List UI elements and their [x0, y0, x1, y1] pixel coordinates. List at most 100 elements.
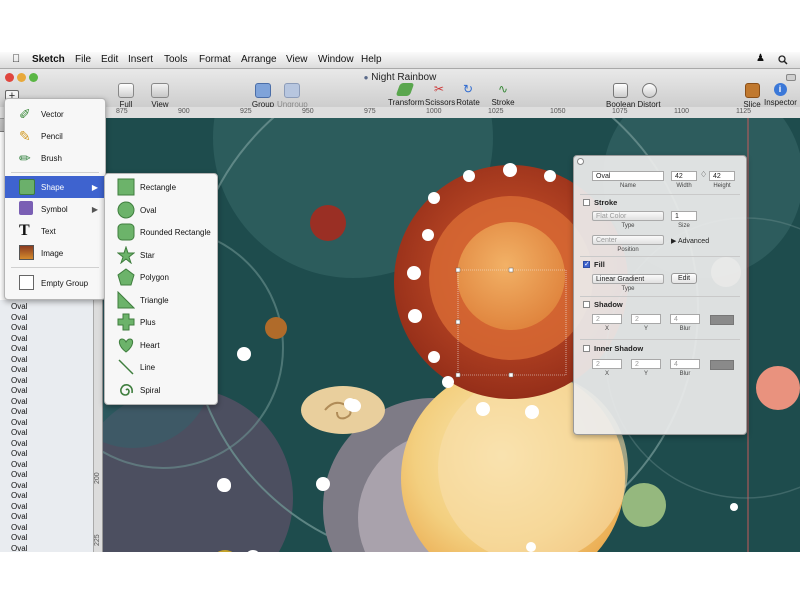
layer-row[interactable]: Oval [11, 302, 27, 311]
name-field[interactable]: Oval [592, 171, 664, 181]
shadow-blur-field[interactable]: 4 [670, 314, 700, 324]
menu-item-vector[interactable]: ✐ Vector [5, 103, 105, 125]
layer-row[interactable]: Oval [11, 407, 27, 416]
menu-tools[interactable]: Tools [164, 54, 187, 65]
edit-fill-button[interactable]: Edit [671, 273, 697, 284]
menu-insert[interactable]: Insert [128, 54, 153, 65]
menu-app[interactable]: Sketch [32, 54, 65, 65]
menu-item-image[interactable]: Image [5, 242, 105, 264]
menu-item-shape[interactable]: Shape ▶ [5, 176, 105, 198]
window-title: ● Night Rainbow [0, 72, 800, 83]
layer-row[interactable]: Oval [11, 470, 27, 479]
layer-row[interactable]: Oval [11, 365, 27, 374]
layer-row[interactable]: Oval [11, 344, 27, 353]
layer-row[interactable]: Oval [11, 449, 27, 458]
shape-item-plus[interactable]: Plus [105, 311, 217, 333]
fill-type-select[interactable]: Linear Gradient [592, 274, 664, 284]
layer-row[interactable]: Oval [11, 491, 27, 500]
layer-row[interactable]: Oval [11, 334, 27, 343]
shape-item-star[interactable]: Star [105, 244, 217, 266]
shape-item-oval[interactable]: Oval [105, 199, 217, 221]
shape-item-line[interactable]: Line [105, 356, 217, 378]
menu-item-symbol[interactable]: Symbol ▶ [5, 198, 105, 220]
user-icon[interactable]: ♟ [756, 53, 765, 64]
apple-icon[interactable]:  [12, 53, 20, 65]
layer-row[interactable]: Oval [11, 460, 27, 469]
layer-row[interactable]: Oval [11, 386, 27, 395]
inspector-close-icon[interactable] [577, 158, 584, 165]
ruler-label: 875 [116, 108, 128, 115]
layer-row[interactable]: Oval [11, 397, 27, 406]
layer-row[interactable]: Oval [11, 512, 27, 521]
menu-window[interactable]: Window [318, 54, 354, 65]
fill-checkbox[interactable]: ✓ [583, 261, 590, 268]
shadow-checkbox[interactable] [583, 301, 590, 308]
ruler-label: 1000 [426, 108, 442, 115]
inner-shadow-x-field[interactable]: 2 [592, 359, 622, 369]
shadow-color-well[interactable] [710, 315, 734, 325]
shape-item-heart[interactable]: Heart [105, 334, 217, 356]
inner-shadow-color-well[interactable] [710, 360, 734, 370]
inner-shadow-y-field[interactable]: 2 [631, 359, 661, 369]
layer-row[interactable]: Oval [11, 313, 27, 322]
shape-item-polygon[interactable]: Polygon [105, 266, 217, 288]
divider [580, 194, 740, 195]
divider [580, 256, 740, 257]
layer-row[interactable]: Oval [11, 323, 27, 332]
group-button[interactable]: Group [251, 83, 275, 109]
layer-row[interactable]: Oval [11, 523, 27, 532]
menu-format[interactable]: Format [199, 54, 231, 65]
toolbar-toggle-button[interactable] [786, 74, 796, 81]
height-field[interactable]: 42 [709, 171, 735, 181]
layer-row[interactable]: Oval [11, 376, 27, 385]
shape-item-label: Triangle [140, 295, 169, 305]
menu-file[interactable]: File [75, 54, 91, 65]
layer-row[interactable]: Oval [11, 355, 27, 364]
shadow-y-field[interactable]: 2 [631, 314, 661, 324]
menu-item-brush[interactable]: ✏ Brush [5, 147, 105, 169]
shape-item-spiral[interactable]: Spiral [105, 379, 217, 401]
shadow-x-field[interactable]: 2 [592, 314, 622, 324]
menu-view[interactable]: View [286, 54, 308, 65]
stroke-size-field[interactable]: 1 [671, 211, 697, 221]
ruler-label: 900 [178, 108, 190, 115]
stroke-type-select[interactable]: Flat Color [592, 211, 664, 221]
layer-list[interactable]: Oval Oval Oval Oval Oval Oval Oval Oval … [0, 300, 94, 552]
shape-item-rounded-rectangle[interactable]: Rounded Rectangle [105, 221, 217, 243]
scissors-button[interactable]: ✂ Scissors [425, 83, 455, 108]
menu-edit[interactable]: Edit [101, 54, 118, 65]
advanced-disclosure[interactable]: ▶ Advanced [671, 237, 709, 245]
layer-row[interactable]: Oval [11, 428, 27, 437]
menu-item-empty-group[interactable]: Empty Group [5, 272, 105, 294]
layer-row[interactable]: Oval [11, 533, 27, 542]
distort-button[interactable]: Distort [636, 83, 662, 109]
spotlight-search-icon[interactable] [778, 55, 788, 65]
layer-row[interactable]: Oval [11, 481, 27, 490]
menu-item-text[interactable]: T Text [5, 220, 105, 242]
slice-button[interactable]: Slice [741, 83, 763, 109]
layer-row[interactable]: Oval [11, 544, 27, 553]
boolean-button[interactable]: Boolean [606, 83, 635, 109]
stroke-checkbox[interactable] [583, 199, 590, 206]
submenu-arrow-icon: ▶ [91, 183, 98, 192]
shape-item-rectangle[interactable]: Rectangle [105, 176, 217, 198]
transform-button[interactable]: Transform [388, 83, 424, 107]
layer-row[interactable]: Oval [11, 439, 27, 448]
rotate-button[interactable]: ↻ Rotate [456, 83, 480, 108]
layer-row[interactable]: Oval [11, 418, 27, 427]
width-field[interactable]: 42 [671, 171, 697, 181]
menu-help[interactable]: Help [361, 54, 382, 65]
view-button[interactable]: View [148, 83, 172, 109]
stroke-position-select[interactable]: Center [592, 235, 664, 245]
layer-row[interactable]: Oval [11, 502, 27, 511]
rotate-label: Rotate [456, 98, 480, 107]
inner-shadow-blur-field[interactable]: 4 [670, 359, 700, 369]
menu-item-pencil[interactable]: ✎ Pencil [5, 125, 105, 147]
empty-group-icon [19, 275, 34, 290]
shape-item-triangle[interactable]: Triangle [105, 289, 217, 311]
ungroup-button[interactable]: Ungroup [277, 83, 308, 109]
inner-shadow-checkbox[interactable] [583, 345, 590, 352]
inspector-button[interactable]: i Inspector [764, 83, 797, 107]
lock-icon[interactable]: ♢ [700, 170, 707, 179]
menu-arrange[interactable]: Arrange [241, 54, 277, 65]
